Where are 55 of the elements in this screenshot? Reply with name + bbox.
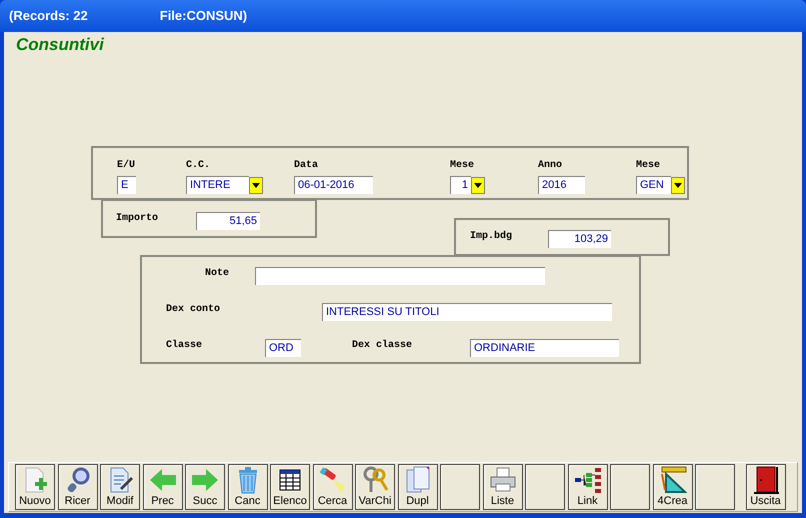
toolbar-button[interactable]: 4Crea: [652, 464, 692, 510]
empty-toolbar-button[interactable]: [695, 464, 735, 510]
field-label: C.C.: [186, 160, 210, 172]
form-heading: Consuntivi: [16, 34, 104, 56]
keys-icon: [361, 466, 389, 494]
window-title: File:CONSUN): [160, 7, 248, 26]
field-label: Dex conto: [166, 304, 220, 316]
left-arrow-icon: [148, 468, 176, 492]
input-field[interactable]: E: [117, 176, 136, 194]
field-label: E/U: [117, 160, 136, 172]
field-label: Data: [294, 160, 318, 172]
field-label: Importo: [116, 213, 158, 225]
input-field[interactable]: 2016: [538, 176, 585, 194]
input-field[interactable]: ORD: [265, 339, 301, 357]
field-label: Dex classe: [352, 340, 412, 352]
toolbar-button[interactable]: Ricer: [58, 464, 98, 510]
input-field[interactable]: 103,29: [548, 230, 611, 248]
dropdown-field[interactable]: 1: [450, 176, 471, 194]
input-field[interactable]: INTERESSI SU TITOLI: [322, 303, 612, 321]
field-label: Mese: [450, 160, 474, 172]
toolbar-button[interactable]: Uscita: [746, 464, 786, 510]
window-title: (Records: 22: [9, 7, 88, 26]
toolbar-button[interactable]: Liste: [482, 464, 522, 510]
field-label: Imp.bdg: [470, 231, 512, 243]
toolbar-button[interactable]: Dupl: [398, 464, 438, 510]
table-icon: [278, 468, 302, 492]
dropdown-field[interactable]: INTERE: [186, 176, 249, 194]
toolbar-button[interactable]: Cerca: [312, 464, 352, 510]
input-field[interactable]: 51,65: [196, 212, 260, 230]
tree-diagram-icon: [574, 466, 602, 494]
empty-toolbar-button[interactable]: [610, 464, 650, 510]
set-square-icon: [658, 466, 686, 494]
field-label: Mese: [636, 160, 660, 172]
input-field[interactable]: ORDINARIE: [470, 339, 619, 357]
toolbar-button[interactable]: Elenco: [270, 464, 310, 510]
field-label: Classe: [166, 340, 202, 352]
field-label: Note: [205, 268, 230, 280]
toolbar-button[interactable]: Nuovo: [15, 464, 55, 510]
toolbar-button[interactable]: VarChi: [355, 464, 395, 510]
input-field[interactable]: [255, 267, 545, 285]
field-label: Anno: [538, 160, 562, 172]
empty-toolbar-button[interactable]: [440, 464, 480, 510]
input-field[interactable]: 06-01-2016: [294, 176, 373, 194]
dropdown-field[interactable]: GEN: [636, 176, 671, 194]
empty-toolbar-button[interactable]: [525, 464, 565, 510]
toolbar-button[interactable]: Canc: [228, 464, 268, 510]
printer-icon: [488, 467, 516, 493]
toolbar-button[interactable]: Prec: [142, 464, 182, 510]
toolbar-button[interactable]: Succ: [185, 464, 225, 510]
right-arrow-icon: [191, 468, 219, 492]
flashlight-icon: [318, 466, 346, 494]
toolbar-button[interactable]: Modif: [100, 464, 140, 510]
door-icon: [752, 465, 780, 495]
toolbar-button[interactable]: Link: [568, 464, 608, 510]
pages-icon: [404, 466, 432, 494]
